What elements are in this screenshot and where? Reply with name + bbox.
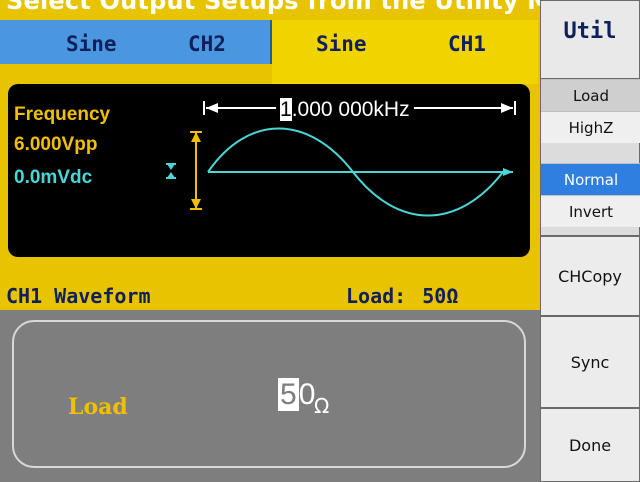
tab-ch1-channel: CH1 — [448, 32, 486, 56]
status-load-value: 50 — [422, 284, 447, 308]
load-input-caret-digit: 5 — [278, 378, 299, 411]
status-load-label: Load: — [346, 284, 407, 308]
amplitude-marker-down-arrow — [191, 199, 201, 209]
amplitude-value: 6.000Vpp — [14, 134, 98, 155]
softkey-load-header[interactable]: Load — [541, 79, 640, 111]
load-input-value-rest: 0 — [298, 378, 316, 411]
softkey-done[interactable]: Done — [540, 408, 640, 482]
frequency-span-right-arrow — [501, 103, 513, 113]
offset-value: 0.0mVdc — [14, 167, 93, 188]
softkey-invert[interactable]: Invert — [541, 195, 640, 227]
tab-ch2-channel: CH2 — [188, 32, 226, 56]
softkey-chcopy[interactable]: CHCopy — [540, 236, 640, 316]
softkey-sync[interactable]: Sync — [540, 316, 640, 408]
frequency-span-left-arrow — [206, 103, 218, 113]
parameter-label: Load — [68, 394, 128, 420]
frequency-value: 1.000 000kHz — [276, 98, 414, 122]
tab-ch2[interactable]: Sine CH2 — [0, 20, 272, 64]
offset-marker-arrow-up — [167, 172, 175, 178]
softkey-load-group: Load HighZ Normal Invert — [540, 78, 640, 236]
ohm-icon: Ω — [446, 284, 459, 308]
softkey-normal[interactable]: Normal — [541, 163, 640, 195]
softkey-menu-title: Util — [540, 0, 640, 82]
frequency-value-rest: .000 000kHz — [291, 98, 410, 121]
ohm-unit-icon: Ω — [314, 394, 330, 418]
waveform-display: Frequency 6.000Vpp 0.0mVdc 1.000 000kHz — [8, 84, 530, 257]
status-bar: CH1 Waveform Load: 50Ω — [0, 282, 540, 315]
tab-ch1-waveform: Sine — [316, 32, 367, 56]
status-load: Load: 50Ω — [346, 284, 458, 308]
tab-ch1[interactable]: Sine CH1 — [272, 20, 538, 84]
tab-ch2-waveform: Sine — [66, 32, 117, 56]
softkey-column: Util Load HighZ Normal Invert CHCopy Syn… — [540, 0, 640, 482]
wave-end-arrow — [503, 168, 513, 176]
parameter-panel: Load 50 Ω — [0, 310, 540, 482]
amplitude-marker-up-arrow — [191, 132, 201, 142]
frequency-cursor-digit: 1 — [280, 98, 292, 121]
offset-marker-arrow-down — [167, 164, 175, 170]
status-waveform-label: CH1 Waveform — [6, 284, 151, 308]
frequency-label: Frequency — [14, 104, 111, 125]
softkey-highz[interactable]: HighZ — [541, 111, 640, 143]
load-input[interactable]: 50 — [278, 378, 315, 412]
